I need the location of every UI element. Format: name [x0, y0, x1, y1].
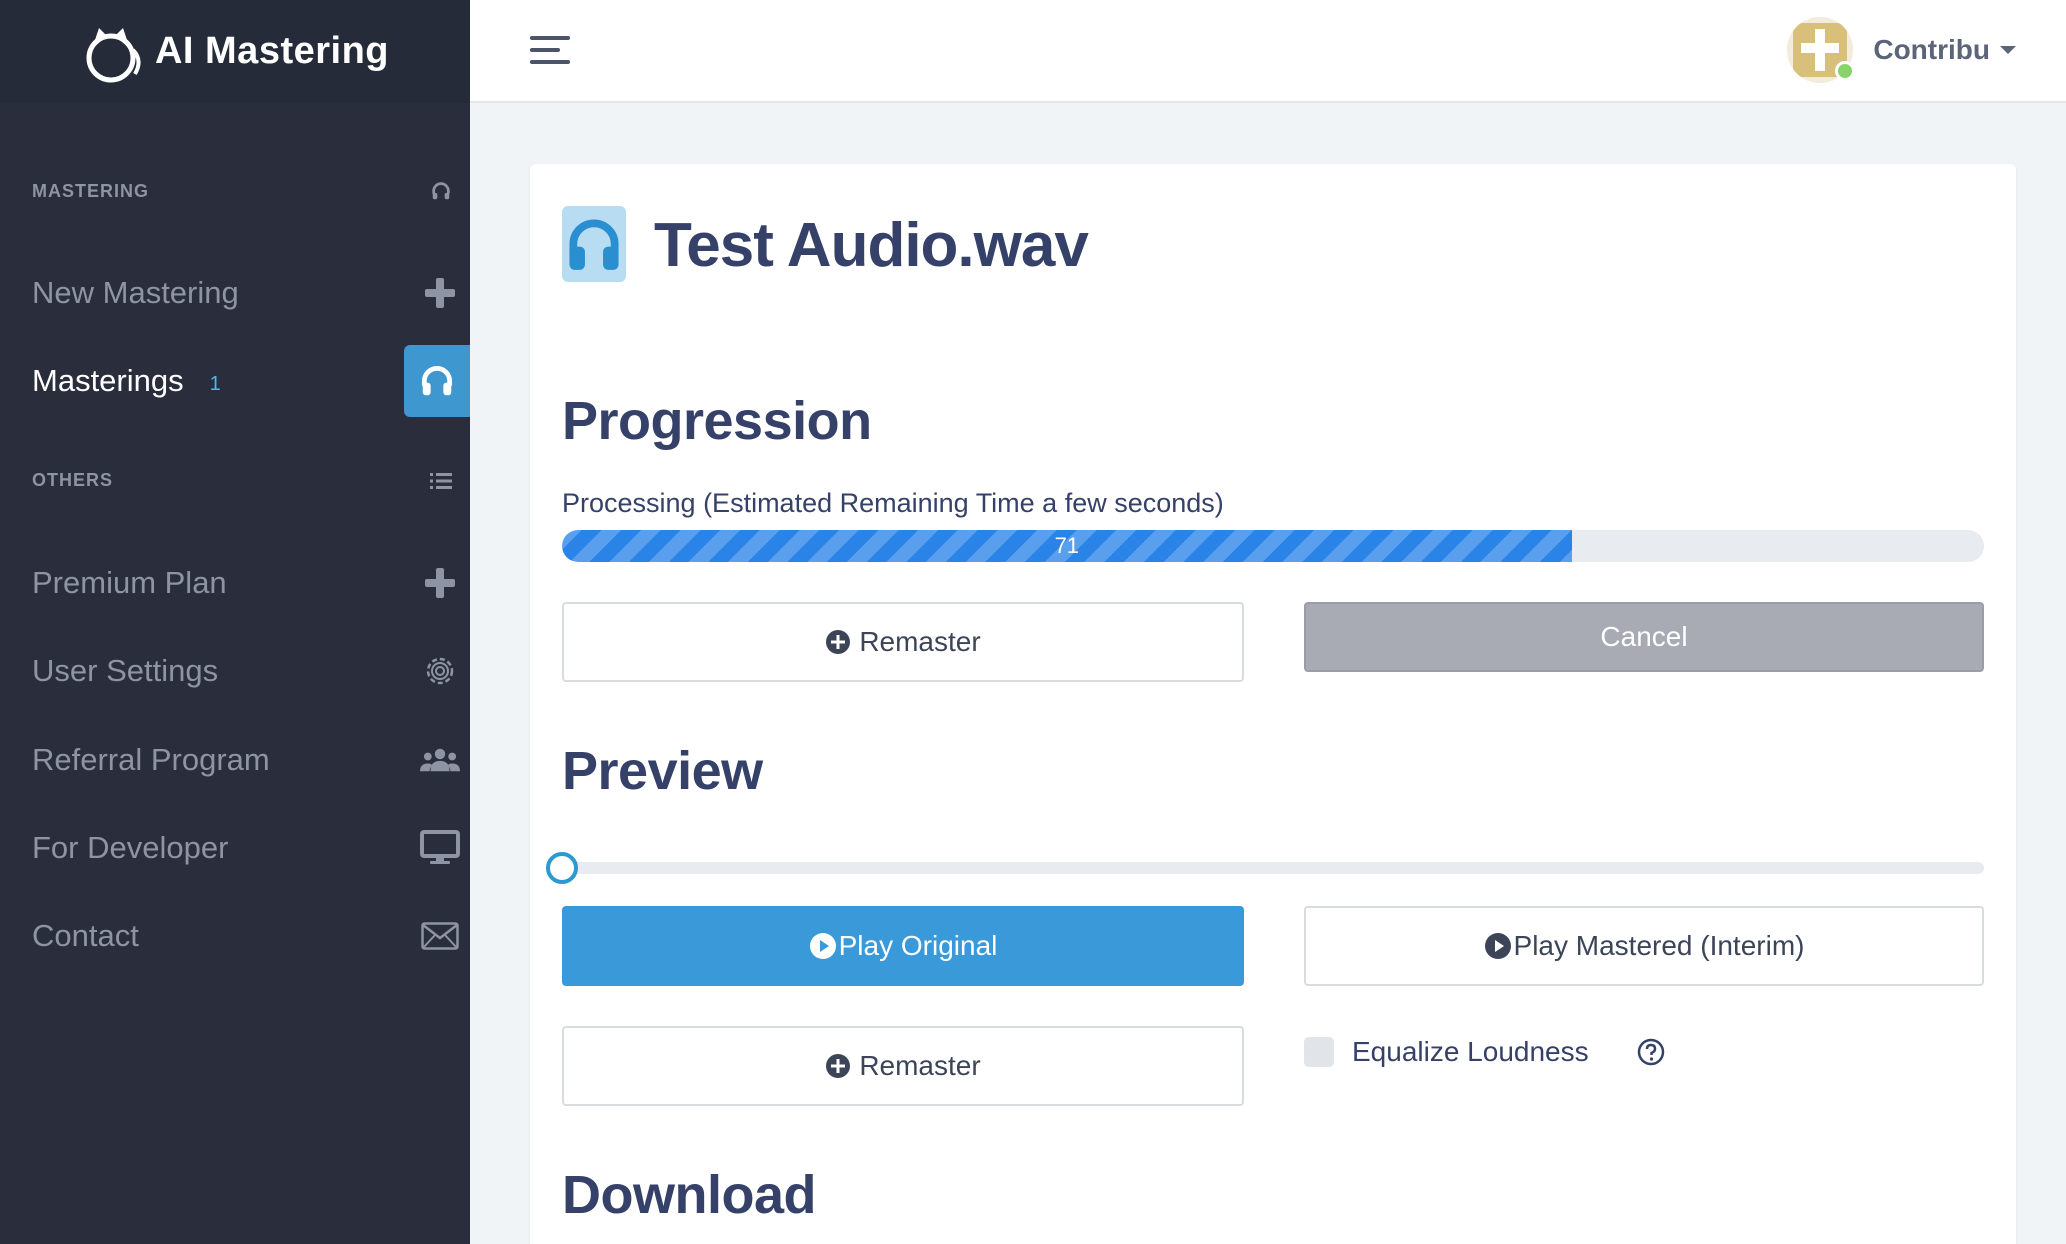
sidebar-item-label: Premium Plan: [32, 565, 227, 600]
preview-heading: Preview: [562, 741, 763, 801]
brand[interactable]: AI Mastering: [0, 0, 470, 103]
users-icon: [420, 740, 460, 780]
sidebar-item-contact[interactable]: Contact: [0, 900, 470, 972]
play-original-button[interactable]: Play Original: [562, 906, 1244, 986]
section-mastering-label: MASTERING: [32, 180, 149, 201]
logo-icon: [86, 27, 141, 82]
progress-value: 71: [1054, 533, 1080, 558]
online-status-dot: [1835, 61, 1856, 81]
remaster-label: Remaster: [859, 1050, 981, 1081]
cancel-button[interactable]: Cancel: [1304, 602, 1984, 672]
chevron-down-icon: [2000, 46, 2016, 54]
avatar: [1787, 17, 1856, 83]
progress-fill: 71: [562, 530, 1572, 562]
sidebar-item-label: For Developer: [32, 830, 229, 865]
sidebar-item-new-mastering[interactable]: New Mastering: [0, 257, 470, 329]
user-name: Contribu: [1873, 34, 1990, 65]
gear-icon: [420, 651, 460, 691]
progress-bar: 71: [562, 530, 1984, 562]
sidebar-item-premium-plan[interactable]: Premium Plan: [0, 547, 470, 619]
section-others: OTHERS: [32, 470, 452, 491]
mastering-card: Test Audio.wav Progression Processing (E…: [530, 164, 2016, 1244]
sidebar-item-label: New Mastering: [32, 275, 239, 310]
headphones-icon: [404, 345, 470, 417]
topbar: Contribu: [470, 0, 2066, 103]
status-text: Processing (Estimated Remaining Time a f…: [562, 488, 1224, 518]
sidebar-item-label: Referral Program: [32, 742, 270, 777]
page-title: Test Audio.wav: [654, 211, 1089, 280]
cancel-label: Cancel: [1600, 621, 1688, 652]
list-icon: [430, 472, 452, 489]
sidebar-item-label: User Settings: [32, 653, 219, 688]
remaster-label: Remaster: [859, 626, 981, 657]
section-mastering: MASTERING: [32, 180, 452, 202]
sidebar-item-referral-program[interactable]: Referral Program: [0, 724, 470, 796]
envelope-icon: [420, 916, 460, 956]
play-mastered-label: Play Mastered (Interim): [1513, 930, 1805, 961]
sidebar-item-label: Masterings: [32, 363, 184, 398]
plus-icon: [420, 273, 460, 313]
sidebar-item-for-developer[interactable]: For Developer: [0, 812, 470, 884]
section-others-label: OTHERS: [32, 470, 114, 490]
sidebar-item-masterings[interactable]: Masterings 1: [0, 345, 470, 417]
monitor-icon: [420, 828, 460, 868]
play-mastered-button[interactable]: Play Mastered (Interim): [1304, 906, 1984, 986]
equalize-loudness-row: Equalize Loudness: [1304, 1032, 1665, 1072]
headphones-icon: [562, 206, 626, 282]
remaster-button-2[interactable]: Remaster: [562, 1026, 1244, 1106]
masterings-count-badge: 1: [209, 372, 221, 395]
play-circle-icon: [809, 932, 837, 960]
playback-slider-handle[interactable]: [546, 852, 578, 884]
play-circle-icon: [1484, 932, 1512, 960]
sidebar-item-user-settings[interactable]: User Settings: [0, 635, 470, 707]
playback-slider-track[interactable]: [562, 862, 1984, 874]
download-heading: Download: [562, 1165, 816, 1225]
headphones-icon: [432, 182, 450, 200]
sidebar: AI Mastering MASTERING New Mastering Mas…: [0, 0, 470, 1244]
remaster-button[interactable]: Remaster: [562, 602, 1244, 682]
brand-name: AI Mastering: [154, 30, 390, 72]
progression-heading: Progression: [562, 391, 872, 451]
play-original-label: Play Original: [838, 930, 998, 961]
plus-icon: [420, 563, 460, 603]
sidebar-item-label: Contact: [32, 918, 139, 953]
menu-toggle-icon[interactable]: [530, 34, 574, 66]
user-menu[interactable]: Contribu: [1787, 14, 2016, 86]
help-icon[interactable]: [1637, 1038, 1665, 1066]
equalize-loudness-label: Equalize Loudness: [1352, 1036, 1589, 1067]
plus-circle-icon: [825, 629, 851, 655]
plus-circle-icon: [825, 1053, 851, 1079]
equalize-loudness-checkbox[interactable]: [1304, 1037, 1334, 1067]
